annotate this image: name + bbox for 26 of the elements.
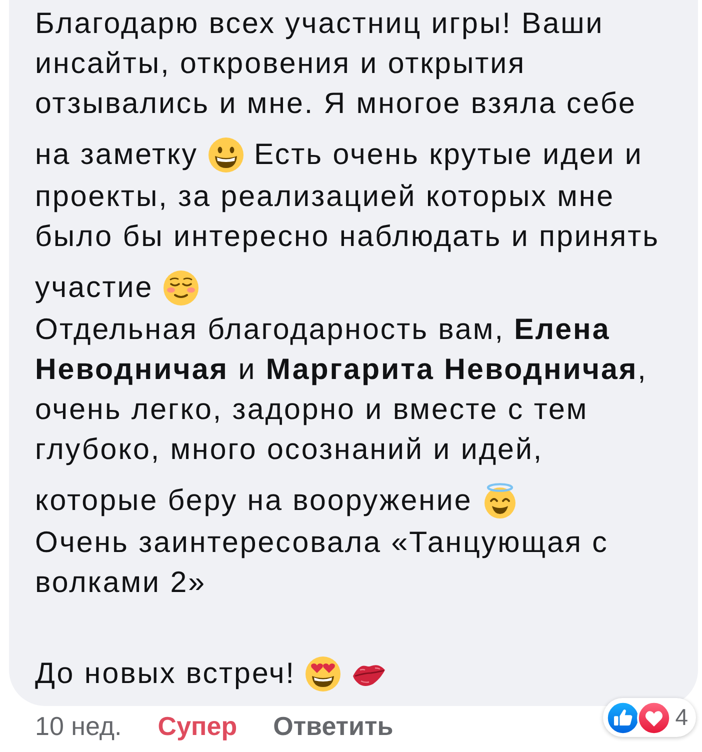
comment-text: очень легко, задорно и вместе с тем — [35, 392, 588, 428]
comment-text: волками 2» — [35, 565, 206, 601]
comment-text: глубоко, много осознаний и идей, — [35, 432, 544, 468]
comment-text: проекты, за реализацией которых мне — [35, 179, 615, 215]
halo-face-icon — [482, 483, 518, 519]
comment-text: До новых встреч! — [35, 656, 296, 692]
comment-text: которые беру на вооружение — [35, 483, 472, 519]
reaction-count: 4 — [675, 704, 688, 731]
comment-text: Есть очень крутые идеи и — [254, 137, 643, 173]
reactions-summary[interactable]: 4 — [603, 698, 696, 737]
smiling-face-icon — [163, 270, 200, 306]
reply-link[interactable]: Ответить — [273, 711, 394, 741]
reaction-link[interactable]: Супер — [158, 711, 238, 741]
timestamp-link[interactable]: 10 нед. — [35, 711, 122, 741]
grinning-face-icon — [208, 137, 244, 173]
comment-text: отзывались и мне. Я многое взяла себе — [35, 86, 636, 122]
heart-eyes-face-icon — [305, 656, 342, 692]
comment-text: инсайты, откровения и открытия — [35, 46, 526, 82]
comment-text: Неводничая и Маргарита Неводничая, — [35, 352, 648, 388]
comment-text: было бы интересно наблюдать и принять — [35, 219, 660, 255]
comment-text: Очень заинтересовала «Танцующая с — [35, 525, 608, 561]
comment-text: Отдельная благодарность вам, Елена — [35, 312, 610, 348]
comment-text: участие — [35, 270, 154, 306]
comment-text: на заметку — [35, 137, 198, 173]
thumbs-up-icon — [606, 700, 640, 734]
comment-text: Благодарю всех участниц игры! Ваши — [35, 6, 604, 42]
